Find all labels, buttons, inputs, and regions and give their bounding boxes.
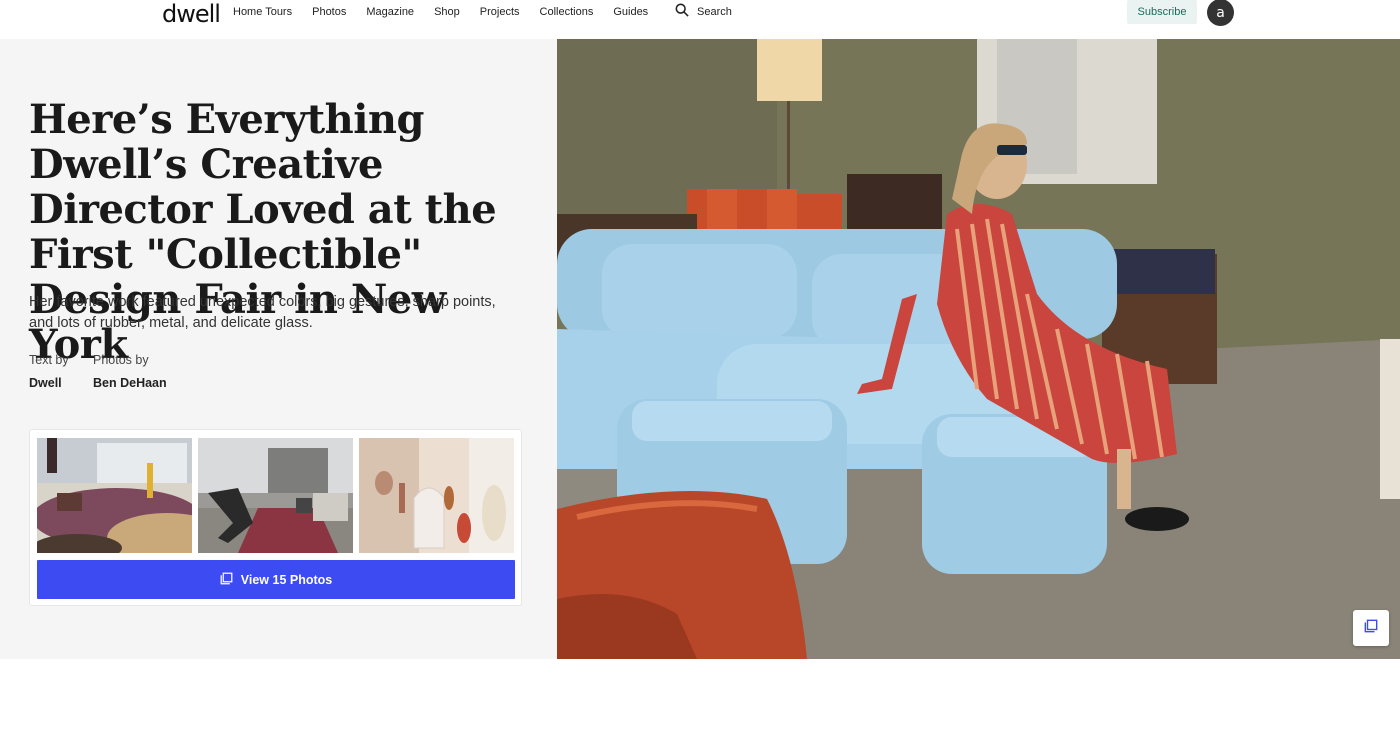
article-header-panel: Here’s Everything Dwell’s Creative Direc… [0, 39, 557, 659]
nav-projects[interactable]: Projects [480, 5, 520, 19]
view-photos-label: View 15 Photos [240, 572, 333, 587]
nav-home-tours[interactable]: Home Tours [233, 5, 292, 19]
text-by-label: Text by [29, 353, 69, 367]
nav-magazine[interactable]: Magazine [366, 5, 414, 19]
nav-guides[interactable]: Guides [613, 5, 648, 19]
search-icon [675, 3, 689, 20]
photos-by-label: Photos by [93, 353, 149, 367]
subscribe-button[interactable]: Subscribe [1127, 0, 1197, 24]
user-avatar[interactable]: a [1207, 0, 1234, 26]
photo-credit: Photos by Ben DeHaan [93, 353, 167, 390]
dwell-logo[interactable]: dwell [162, 0, 221, 28]
text-by-author[interactable]: Dwell [29, 376, 69, 390]
gallery-thumbnail[interactable] [359, 438, 514, 553]
gallery-thumbnail[interactable] [37, 438, 192, 553]
nav-shop[interactable]: Shop [434, 5, 460, 19]
photos-by-author[interactable]: Ben DeHaan [93, 376, 167, 390]
search-trigger[interactable]: Search [675, 3, 732, 20]
hero-image[interactable] [557, 39, 1400, 659]
article-dek: Her favorite work featured unexpected co… [29, 294, 496, 331]
gallery-icon [220, 572, 233, 588]
photo-gallery-card: View 15 Photos [29, 429, 522, 606]
gallery-thumbnail[interactable] [198, 438, 353, 553]
top-navigation-bar: dwell Home Tours Photos Magazine Shop Pr… [0, 0, 1400, 39]
view-photos-button[interactable]: View 15 Photos [37, 560, 515, 599]
search-label: Search [697, 5, 732, 18]
nav-photos[interactable]: Photos [312, 5, 346, 19]
text-credit: Text by Dwell [29, 353, 69, 390]
nav-collections[interactable]: Collections [540, 5, 594, 19]
main-nav: Home Tours Photos Magazine Shop Projects… [233, 5, 668, 19]
hero-gallery-button[interactable] [1353, 610, 1389, 646]
gallery-icon [1364, 619, 1378, 638]
